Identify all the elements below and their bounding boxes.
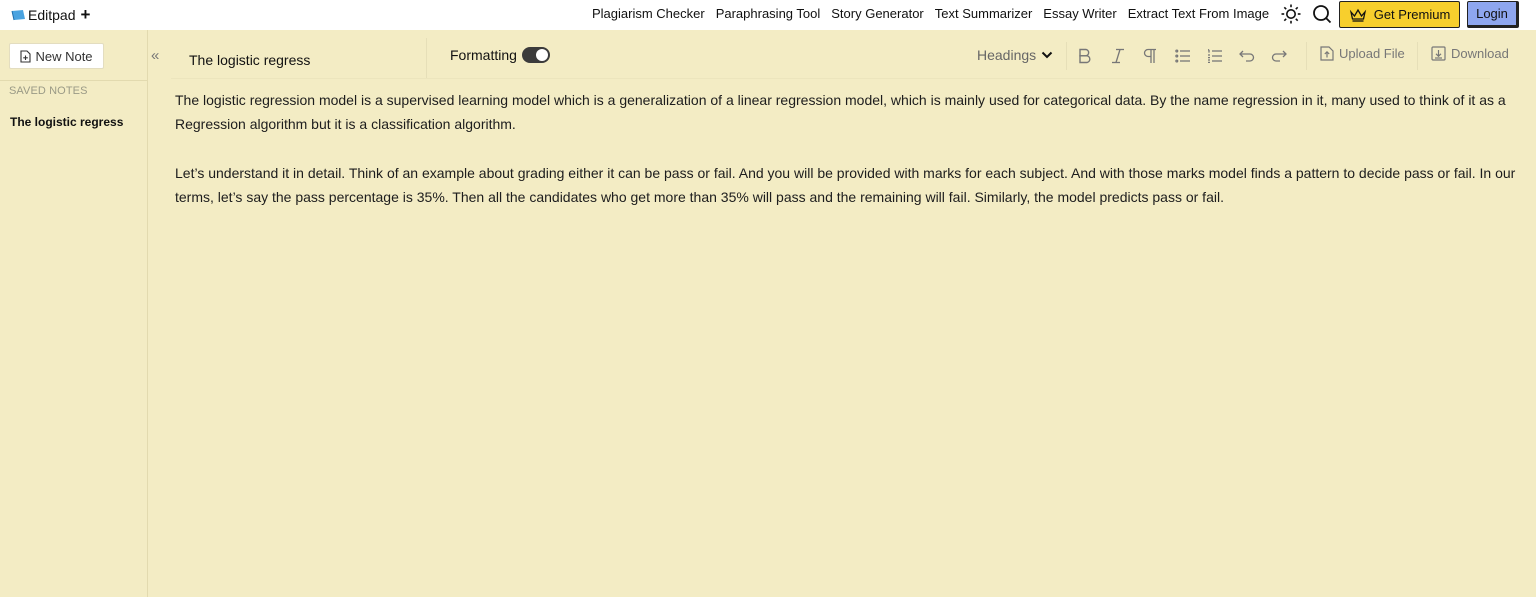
- get-premium-label: Get Premium: [1373, 7, 1451, 22]
- toolbar-separator: [1306, 42, 1307, 70]
- nav-paraphrasing-tool[interactable]: Paraphrasing Tool: [716, 6, 821, 21]
- saved-notes-heading: SAVED NOTES: [9, 85, 88, 97]
- login-button[interactable]: Login: [1467, 1, 1519, 28]
- notepad-logo-icon: [11, 10, 25, 21]
- redo-icon[interactable]: [1268, 45, 1290, 67]
- undo-icon[interactable]: [1236, 45, 1258, 67]
- nav-text-summarizer[interactable]: Text Summarizer: [935, 6, 1033, 21]
- main-nav: Plagiarism Checker Paraphrasing Tool Sto…: [592, 6, 1269, 21]
- chevron-down-icon: [1041, 51, 1053, 59]
- get-premium-button[interactable]: Get Premium: [1339, 1, 1460, 28]
- logo-text: Editpad: [28, 7, 76, 23]
- formatting-toggle[interactable]: Formatting: [450, 47, 550, 63]
- sun-theme-icon[interactable]: [1280, 3, 1302, 25]
- toolbar-separator: [1066, 42, 1067, 70]
- formatting-switch[interactable]: [521, 47, 550, 63]
- editpad-logo[interactable]: Editpad +: [11, 6, 90, 24]
- download-label: Download: [1451, 46, 1509, 61]
- crown-icon: [1349, 8, 1366, 22]
- top-bar: Editpad + Plagiarism Checker Paraphrasin…: [0, 0, 1536, 30]
- nav-story-generator[interactable]: Story Generator: [831, 6, 924, 21]
- new-note-label: New Note: [35, 48, 93, 64]
- upload-file-button[interactable]: Upload File: [1320, 46, 1405, 61]
- toolbar-separator: [1417, 42, 1418, 70]
- saved-note-item[interactable]: The logistic regress: [10, 115, 123, 129]
- editor-paragraph[interactable]: Let’s understand it in detail. Think of …: [175, 161, 1536, 209]
- upload-icon: [1320, 46, 1334, 61]
- paragraph-icon[interactable]: [1139, 45, 1161, 67]
- toolbar-divider: [171, 78, 1490, 79]
- download-button[interactable]: Download: [1431, 46, 1509, 61]
- login-label: Login: [1476, 6, 1508, 21]
- note-title[interactable]: The logistic regress: [189, 52, 310, 68]
- sidebar-divider: [0, 80, 148, 81]
- new-note-button[interactable]: New Note: [9, 43, 104, 69]
- new-document-icon: [20, 49, 32, 63]
- nav-extract-text-from-image[interactable]: Extract Text From Image: [1128, 6, 1269, 21]
- nav-plagiarism-checker[interactable]: Plagiarism Checker: [592, 6, 705, 21]
- collapse-sidebar-icon[interactable]: «: [151, 48, 159, 64]
- bullet-list-icon[interactable]: [1172, 45, 1194, 67]
- headings-dropdown[interactable]: Headings: [977, 47, 1053, 63]
- editor-paragraph[interactable]: The logistic regression model is a super…: [175, 88, 1536, 136]
- italic-icon[interactable]: [1107, 45, 1129, 67]
- bold-icon[interactable]: [1074, 45, 1096, 67]
- nav-essay-writer[interactable]: Essay Writer: [1043, 6, 1116, 21]
- numbered-list-icon[interactable]: [1204, 45, 1226, 67]
- upload-file-label: Upload File: [1339, 46, 1405, 61]
- note-title-tab[interactable]: The logistic regress: [171, 38, 427, 78]
- logo-plus: +: [80, 5, 91, 24]
- search-icon[interactable]: [1312, 4, 1332, 24]
- formatting-label: Formatting: [450, 47, 517, 63]
- headings-label: Headings: [977, 47, 1037, 63]
- download-icon: [1431, 46, 1446, 61]
- notes-sidebar: New Note SAVED NOTES The logistic regres…: [0, 30, 148, 597]
- note-editor[interactable]: The logistic regression model is a super…: [175, 88, 1536, 234]
